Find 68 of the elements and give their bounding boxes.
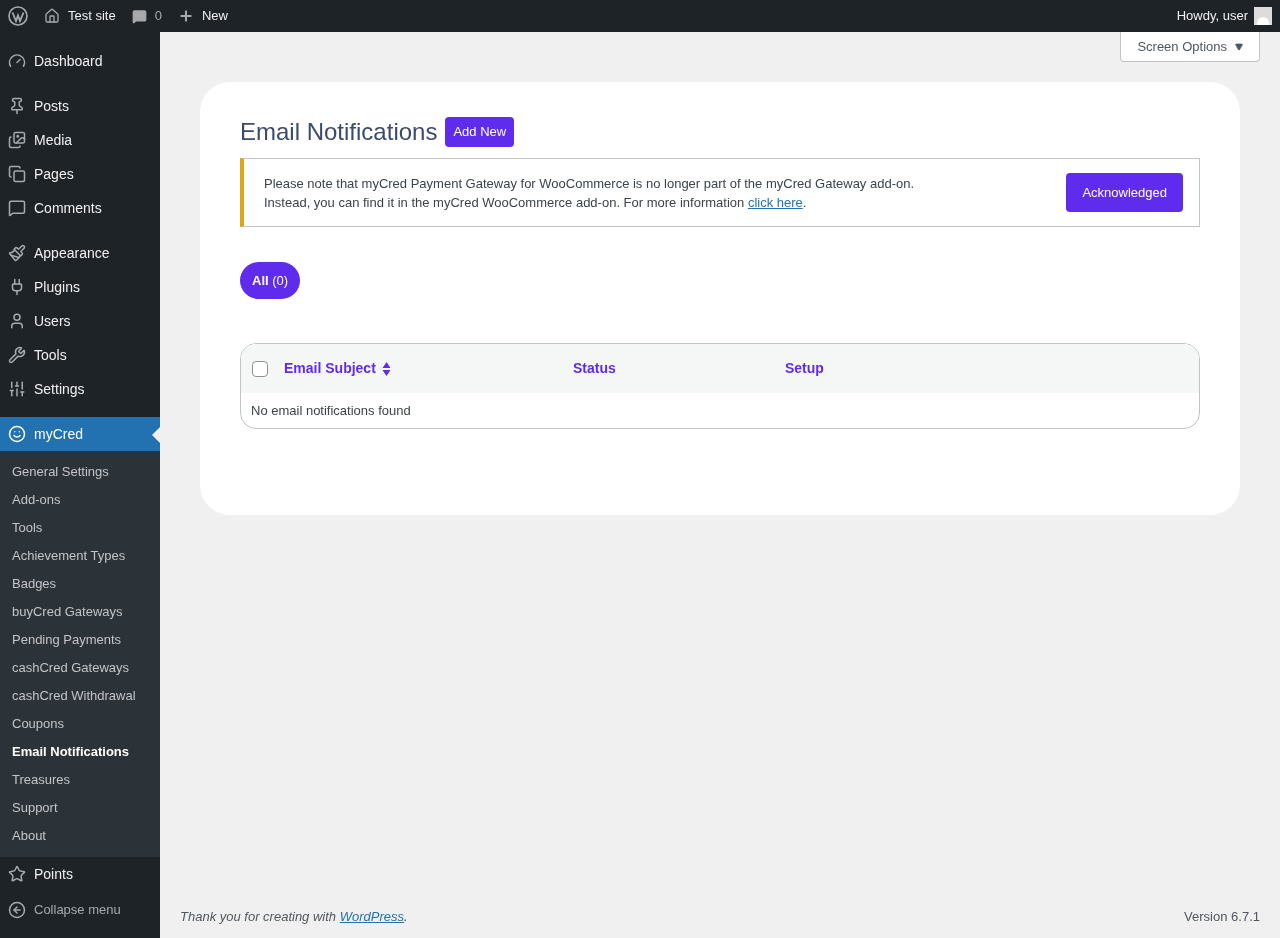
brush-icon — [8, 244, 26, 262]
sort-icon[interactable] — [381, 360, 391, 377]
plus-icon — [177, 8, 194, 24]
comments-link[interactable]: 0 — [131, 6, 162, 26]
sidebar-item[interactable]: Media — [0, 123, 160, 157]
images-icon — [8, 131, 26, 149]
column-header[interactable]: Setup — [785, 358, 824, 379]
face-icon — [8, 425, 26, 443]
site-name[interactable]: Test site — [68, 6, 116, 26]
submenu-item[interactable]: Achievement Types — [0, 542, 160, 570]
sidebar-item[interactable]: Posts — [0, 89, 160, 123]
submenu-item[interactable]: Support — [0, 794, 160, 822]
new-link[interactable]: New — [177, 6, 228, 26]
sidebar-item[interactable]: Settings — [0, 372, 160, 406]
current-pointer-icon — [152, 427, 160, 443]
site-link[interactable]: Test site — [44, 6, 116, 26]
sidebar-item[interactable]: Pages — [0, 157, 160, 191]
gauge-icon — [8, 52, 26, 70]
submenu-item[interactable]: Tools — [0, 514, 160, 542]
screen-options-button[interactable]: Screen Options — [1120, 32, 1260, 62]
greeting[interactable]: Howdy, user — [1176, 6, 1248, 26]
submenu-item[interactable]: buyCred Gateways — [0, 598, 160, 626]
footer-text: Thank you for creating with WordPress. — [180, 907, 408, 926]
sliders-icon — [8, 380, 26, 398]
submenu-item[interactable]: cashCred Withdrawal — [0, 682, 160, 710]
submenu-item[interactable]: Coupons — [0, 710, 160, 738]
user-icon — [8, 312, 26, 330]
select-all-checkbox[interactable] — [252, 360, 268, 377]
acknowledged-button[interactable]: Acknowledged — [1066, 173, 1183, 212]
sidebar-item[interactable]: Points — [0, 857, 160, 891]
version-text: Version 6.7.1 — [1184, 907, 1260, 926]
caret-icon — [1235, 42, 1243, 51]
filter-tab[interactable]: All (0) — [240, 262, 301, 299]
sidebar-item[interactable]: Appearance — [0, 236, 160, 270]
speech-bubble-icon — [131, 8, 147, 24]
sidebar-item[interactable]: Comments — [0, 191, 160, 225]
sidebar-item[interactable]: Tools — [0, 338, 160, 372]
notice-text: Please note that myCred Payment Gateway for WooCommerce is no longer part of the myCred Gateway add-on. Instead, you can find it in the myCred WooCommerce add-on. For more information click here. — [264, 174, 916, 212]
add-new-button[interactable]: Add New — [445, 117, 515, 147]
wordpress-link[interactable]: WordPress — [339, 908, 404, 924]
comment-count[interactable]: 0 — [154, 6, 162, 26]
submenu-item[interactable]: Email Notifications — [0, 738, 160, 766]
submenu-item[interactable]: Pending Payments — [0, 626, 160, 654]
sidebar-item[interactable]: Plugins — [0, 270, 160, 304]
wordpress-logo-icon[interactable] — [8, 6, 28, 26]
submenu-item[interactable]: General Settings — [0, 458, 160, 486]
pin-icon — [8, 97, 26, 115]
submenu-item[interactable]: About — [0, 822, 160, 850]
collapse-icon — [8, 901, 26, 919]
pages-icon — [8, 165, 26, 183]
column-header[interactable]: Email Subject — [284, 358, 391, 379]
wrench-icon — [8, 346, 26, 364]
submenu-item[interactable]: Add-ons — [0, 486, 160, 514]
column-header[interactable]: Status — [573, 358, 616, 379]
sidebar-item[interactable]: Dashboard — [0, 44, 160, 78]
empty-message: No email notifications found — [250, 401, 412, 420]
submenu-item[interactable]: Treasures — [0, 766, 160, 794]
sidebar-item[interactable]: Users — [0, 304, 160, 338]
submenu-item[interactable]: cashCred Gateways — [0, 654, 160, 682]
home-icon — [44, 8, 60, 24]
star-icon — [8, 865, 26, 883]
click-here-link[interactable]: click here — [747, 194, 803, 210]
new-label[interactable]: New — [201, 6, 228, 26]
page-title: Email Notifications — [240, 117, 438, 147]
sidebar-item[interactable]: myCred — [0, 417, 160, 451]
speech-bubble-icon — [8, 199, 26, 217]
collapse-menu-button[interactable]: Collapse menu — [0, 896, 160, 924]
submenu-item[interactable]: Badges — [0, 570, 160, 598]
